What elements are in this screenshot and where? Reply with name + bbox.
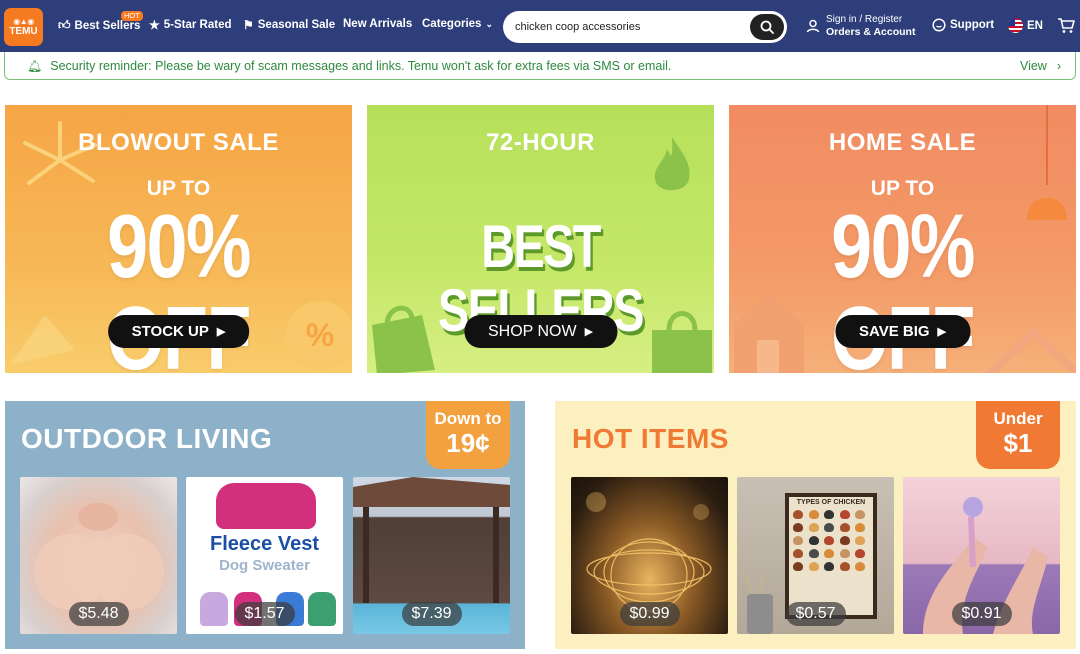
product-price: $1.57 [234,602,295,626]
nav-five-star-rated[interactable]: ★ 5-Star Rated [149,18,232,32]
play-arrow-icon: ▶ [937,326,947,338]
promo-1-title: BLOWOUT SALE [78,129,279,156]
fleece-vest-image [216,483,316,529]
account-menu[interactable]: Sign in / Register Orders & Account [806,14,915,38]
product-price: $0.99 [619,602,680,626]
top-navigation-bar: ◉▲◉ TEMU 👍︎ Best Sellers HOT ★ 5-Star Ra… [0,0,1080,52]
security-view-link[interactable]: View › [1020,59,1061,73]
nav-best-sellers-label: Best Sellers [74,19,141,32]
product-price: $7.39 [401,602,462,626]
logo-text: TEMU [9,26,38,37]
nav-five-star-label: 5-Star Rated [163,19,232,31]
chat-bubble-icon [932,18,946,32]
shop-now-label: SHOP NOW [487,322,577,340]
security-message: Security reminder: Please be wary of sca… [50,58,672,73]
tag-icon: ⚑ [243,18,254,32]
shop-now-button[interactable]: SHOP NOW ▶ [463,315,618,348]
nav-new-arrivals-label: New Arrivals [343,18,413,30]
product-price: $5.48 [68,602,129,626]
cart-icon [1058,18,1075,33]
promo-best-sellers[interactable]: 72-HOUR BEST SELLERS SHOP NOW ▶ [367,105,714,373]
sign-in-register-label: Sign in / Register [826,14,903,25]
poster-title: TYPES OF CHICKEN [796,499,866,506]
star-box-icon: ★ [149,18,160,32]
promo-3-title: HOME SALE [828,129,977,156]
stock-up-button[interactable]: STOCK UP ▶ [107,315,250,348]
hot-items-panel[interactable]: HOT ITEMS Under $1 $0.99 TYPES OF CHICKE… [555,401,1076,649]
support-link[interactable]: Support [932,18,994,32]
stock-up-label: STOCK UP [131,323,209,340]
product-card[interactable]: $5.48 [20,477,177,634]
orders-account-label: Orders & Account [826,26,916,38]
vase-image [744,574,773,634]
product-card[interactable]: TYPES OF CHICKEN $0.57 [737,477,894,634]
product-card[interactable]: $0.91 [903,477,1060,634]
chicken-poster-image: TYPES OF CHICKEN [785,493,877,619]
search-bar [503,11,787,43]
nav-seasonal-sale[interactable]: ⚑ Seasonal Sale [243,18,335,32]
promo-blowout-sale[interactable]: % BLOWOUT SALE UP TO 90% OFF STOCK UP ▶ [5,105,352,373]
product-price: $0.57 [785,602,846,626]
outdoor-living-panel[interactable]: OUTDOOR LIVING Down to 19¢ $5.48 Fleece … [5,401,525,649]
product-card[interactable]: $0.99 [571,477,728,634]
view-label: View [1019,58,1047,73]
price-tag-line1: Under [993,409,1043,428]
thumbs-up-icon: 👍︎ [58,18,71,32]
price-tag-line2: $1 [1003,428,1033,458]
language-selector[interactable]: EN [1008,18,1043,33]
hot-badge: HOT [121,11,143,21]
logo-mark: ◉▲◉ [13,17,34,26]
product-card[interactable]: Fleece Vest Dog Sweater $1.57 [186,477,343,634]
nav-new-arrivals[interactable]: New Arrivals [343,18,412,30]
cart-button[interactable] [1057,17,1075,39]
price-tag-line1: Down to [434,409,502,428]
dog-image [200,592,228,626]
nav-categories[interactable]: Categories ⌄ [422,18,493,30]
user-icon [806,19,820,33]
nav-categories-label: Categories [422,18,482,30]
dog-image [308,592,336,626]
chevron-down-icon: ⌄ [485,18,493,29]
promo-home-sale[interactable]: HOME SALE UP TO 90% OFF SAVE BIG ▶ [729,105,1076,373]
search-icon [760,20,774,34]
down-to-price-tag: Down to 19¢ [426,401,510,469]
promo-2-title: 72-HOUR [486,129,595,156]
product-card[interactable]: $7.39 [353,477,510,634]
save-big-button[interactable]: SAVE BIG ▶ [834,315,971,348]
temu-logo[interactable]: ◉▲◉ TEMU [4,8,43,46]
under-price-tag: Under $1 [976,401,1060,469]
price-tag-line2: 19¢ [446,428,490,458]
language-label: EN [1027,19,1043,32]
play-arrow-icon: ▶ [216,326,226,338]
search-button[interactable] [750,14,784,40]
us-flag-icon [1008,18,1023,33]
hot-items-title: HOT ITEMS [572,423,729,454]
security-reminder-banner: 🔔︎ Security reminder: Please be wary of … [4,52,1076,80]
product-image-title: Fleece Vest [210,533,319,555]
bell-icon: 🔔︎ [27,58,43,73]
chevron-right-icon: › [1056,58,1061,73]
product-price: $0.91 [951,602,1012,626]
play-arrow-icon: ▶ [584,326,594,338]
save-big-label: SAVE BIG [858,323,930,340]
product-image-subtitle: Dog Sweater [219,557,310,574]
outdoor-living-title: OUTDOOR LIVING [21,423,273,454]
support-label: Support [950,19,995,31]
search-input[interactable] [503,21,733,33]
nav-seasonal-sale-label: Seasonal Sale [257,19,336,31]
